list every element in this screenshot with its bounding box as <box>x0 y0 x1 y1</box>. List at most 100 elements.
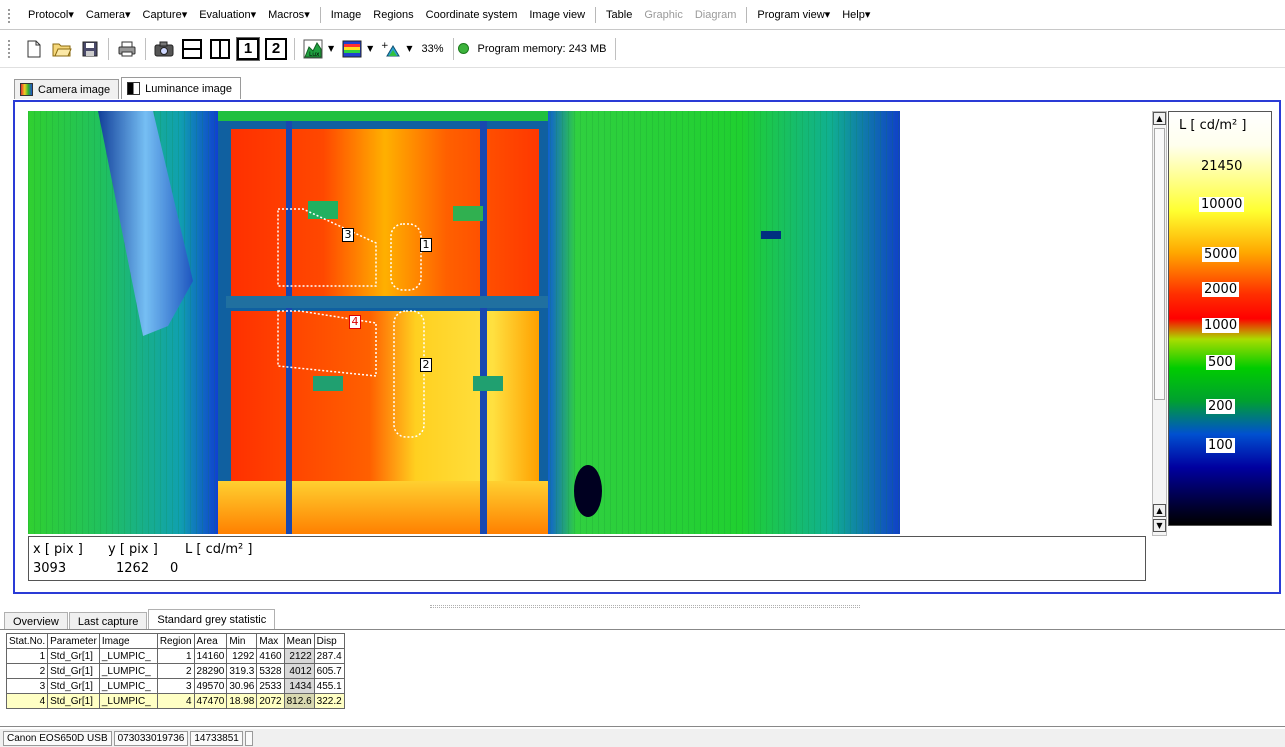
table-row[interactable]: 1 Std_Gr[1] _LUMPIC_ 1 14160 1292 4160 2… <box>5 648 345 664</box>
false-color-icon[interactable]: Lux <box>301 37 325 61</box>
legend-label: 100 <box>1206 438 1235 453</box>
palette-icon[interactable] <box>340 37 364 61</box>
column-header[interactable]: Parameter <box>47 633 100 649</box>
svg-text:Lux: Lux <box>309 51 320 58</box>
legend-unit: L [ cd/m² ] <box>1179 118 1247 133</box>
menu-coordinate-system[interactable]: Coordinate system <box>420 9 524 21</box>
table-cell: _LUMPIC_ <box>98 648 158 664</box>
tab-camera-image[interactable]: Camera image <box>14 79 120 99</box>
legend-label: 5000 <box>1202 247 1240 262</box>
column-header[interactable]: Stat.No. <box>5 633 49 649</box>
menu-separator <box>746 6 748 23</box>
legend-label: 1000 <box>1202 318 1240 333</box>
camera-icon[interactable] <box>152 37 176 61</box>
table-cell: 2122 <box>283 648 315 664</box>
menu-macros[interactable]: Macros▾ <box>262 8 316 21</box>
palette-dropdown-icon[interactable]: ▼ <box>367 44 373 53</box>
column-header[interactable]: Image <box>98 633 158 649</box>
status-id: 14733851 <box>190 730 243 746</box>
menu-evaluation[interactable]: Evaluation▾ <box>193 8 262 21</box>
tab-luminance-image[interactable]: Luminance image <box>121 77 241 99</box>
column-header[interactable]: Area <box>193 633 228 649</box>
tab-standard-grey-statistic[interactable]: Standard grey statistic <box>148 609 276 630</box>
legend-label: 21450 <box>1201 159 1243 174</box>
column-header[interactable]: Min <box>226 633 258 649</box>
legend-label: 10000 <box>1199 197 1245 212</box>
menu-protocol[interactable]: Protocol▾ <box>22 8 80 21</box>
scroll-down-arrow-icon[interactable]: ▼ <box>1153 519 1166 532</box>
column-header[interactable]: Mean <box>283 633 315 649</box>
image-tabs: Camera image Luminance image <box>14 77 243 99</box>
zoom-icon[interactable]: + <box>379 37 403 61</box>
tab-overview[interactable]: Overview <box>4 612 68 630</box>
table-cell: 1 <box>156 648 195 664</box>
table-row[interactable]: 2 Std_Gr[1] _LUMPIC_ 2 28290 319.3 5328 … <box>5 663 345 679</box>
panel-splitter[interactable] <box>430 605 860 608</box>
menu-regions[interactable]: Regions <box>367 9 419 21</box>
menu-image-view[interactable]: Image view <box>523 9 591 21</box>
false-color-dropdown-icon[interactable]: ▼ <box>328 44 334 53</box>
column-header[interactable]: Disp <box>313 633 345 649</box>
menu-help[interactable]: Help▾ <box>836 8 876 21</box>
program-memory: Program memory: 243 MB <box>477 42 607 55</box>
table-cell: 47470 <box>193 693 228 709</box>
scroll-thumb[interactable] <box>1154 128 1165 400</box>
menu-graphic[interactable]: Graphic <box>638 9 689 21</box>
save-icon[interactable] <box>78 37 102 61</box>
y-value: 1262 <box>116 561 150 576</box>
tab-luminance-image-label: Luminance image <box>145 82 232 95</box>
table-cell: 30.96 <box>226 678 258 694</box>
table-cell: 322.2 <box>313 693 345 709</box>
tab-last-capture[interactable]: Last capture <box>68 612 148 630</box>
menu-image[interactable]: Image <box>325 9 368 21</box>
open-folder-icon[interactable] <box>50 37 74 61</box>
l-value: 0 <box>170 561 179 576</box>
legend-label: 500 <box>1206 355 1235 370</box>
split-vertical-icon[interactable] <box>208 37 232 61</box>
menu-capture[interactable]: Capture▾ <box>137 8 194 21</box>
table-cell: 1292 <box>226 648 258 664</box>
region-label-3[interactable]: 3 <box>342 228 354 242</box>
table-cell: 1434 <box>283 678 315 694</box>
menu-diagram[interactable]: Diagram <box>689 9 743 21</box>
table-cell: _LUMPIC_ <box>98 678 158 694</box>
view-two-button[interactable]: 2 <box>265 37 287 60</box>
memory-status-icon <box>457 43 469 54</box>
table-cell: 319.3 <box>226 663 258 679</box>
status-camera: Canon EOS650D USB <box>3 730 112 746</box>
menu-table[interactable]: Table <box>600 9 638 21</box>
table-cell: 455.1 <box>313 678 345 694</box>
y-header: y [ pix ] <box>108 542 158 557</box>
luminance-image-icon <box>127 82 141 95</box>
new-file-icon[interactable] <box>22 37 46 61</box>
legend-label: 2000 <box>1202 282 1240 297</box>
table-cell: 3 <box>156 678 195 694</box>
luminance-image[interactable]: 1 2 3 4 <box>28 111 900 534</box>
scroll-up-arrow-icon[interactable]: ▲ <box>1153 504 1166 517</box>
region-label-1[interactable]: 1 <box>420 238 432 252</box>
menu-program-view[interactable]: Program view▾ <box>751 8 836 21</box>
table-cell: _LUMPIC_ <box>98 693 158 709</box>
image-view-panel: 1 2 3 4 x [ pix ] y [ pix ] L [ cd/m² ] … <box>13 100 1281 594</box>
menu-camera[interactable]: Camera▾ <box>80 8 137 21</box>
toolbar-separator <box>145 37 146 60</box>
print-icon[interactable] <box>115 37 139 61</box>
table-row-selected[interactable]: 4 Std_Gr[1] _LUMPIC_ 4 47470 18.98 2072 … <box>5 693 345 709</box>
menu-grip[interactable] <box>8 9 12 23</box>
view-one-button[interactable]: 1 <box>237 37 259 60</box>
split-horizontal-icon[interactable] <box>180 37 204 61</box>
status-bar: Canon EOS650D USB 073033019736 14733851 <box>0 729 1285 747</box>
legend-scrollbar[interactable]: ▲ ▲ ▼ <box>1152 111 1167 536</box>
scroll-up-arrow-icon[interactable]: ▲ <box>1153 112 1166 125</box>
toolbar-separator <box>108 37 109 60</box>
table-cell: Std_Gr[1] <box>47 648 100 664</box>
table-cell: 3 <box>5 678 49 694</box>
column-header[interactable]: Region <box>156 633 195 649</box>
region-label-4[interactable]: 4 <box>349 315 361 329</box>
table-row[interactable]: 3 Std_Gr[1] _LUMPIC_ 3 49570 30.96 2533 … <box>5 678 345 694</box>
region-label-2[interactable]: 2 <box>420 358 432 372</box>
column-header[interactable]: Max <box>256 633 285 649</box>
x-value: 3093 <box>33 561 67 576</box>
toolbar-grip[interactable] <box>8 40 12 58</box>
zoom-dropdown-icon[interactable]: ▼ <box>406 44 412 53</box>
